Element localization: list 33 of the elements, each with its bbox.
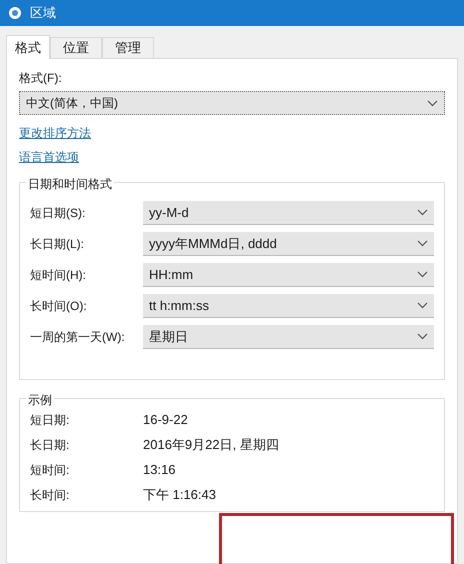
example-value: 2016年9月22日, 星期四 [143, 436, 279, 454]
format-dropdown[interactable]: 中文(简体，中国) [19, 91, 445, 115]
chevron-icon [417, 302, 428, 309]
window-title: 区域 [30, 4, 56, 22]
tab[interactable]: 管理 [102, 37, 154, 58]
tab[interactable]: 格式 [6, 35, 50, 59]
example-value: 13:16 [143, 460, 176, 479]
dropdown[interactable]: tt h:mm:ss [143, 294, 434, 318]
link[interactable]: 更改排序方法 [19, 124, 91, 142]
example-label: 长日期: [30, 436, 70, 454]
example-value: 下午 1:16:43 [143, 486, 216, 504]
field-label: 长日期(L): [30, 236, 85, 253]
link[interactable]: 语言首选项 [19, 148, 79, 166]
example-value: 16-9-22 [143, 410, 188, 429]
chevron-icon [417, 240, 428, 247]
group-title: 日期和时间格式 [26, 175, 114, 193]
chevron-icon [417, 271, 428, 278]
field-label: 长时间(O): [30, 298, 88, 315]
format-label: 格式(F): [19, 70, 63, 87]
chevron-icon [417, 209, 428, 216]
tab[interactable]: 位置 [50, 37, 102, 58]
chevron-icon [417, 333, 428, 340]
example-label: 短时间: [30, 462, 70, 478]
dropdown[interactable]: HH:mm [143, 263, 434, 287]
field-label: 一周的第一天(W): [30, 329, 126, 346]
dropdown[interactable]: yy-M-d [143, 201, 434, 225]
example-label: 长时间: [30, 486, 70, 504]
chevron-icon [427, 100, 438, 106]
field-label: 短时间(H): [30, 267, 87, 284]
dropdown[interactable]: yyyy年MMMd日, dddd [143, 232, 434, 256]
example-label: 短日期: [30, 412, 70, 428]
dropdown[interactable]: 星期日 [143, 325, 434, 349]
field-label: 短日期(S): [30, 205, 86, 222]
